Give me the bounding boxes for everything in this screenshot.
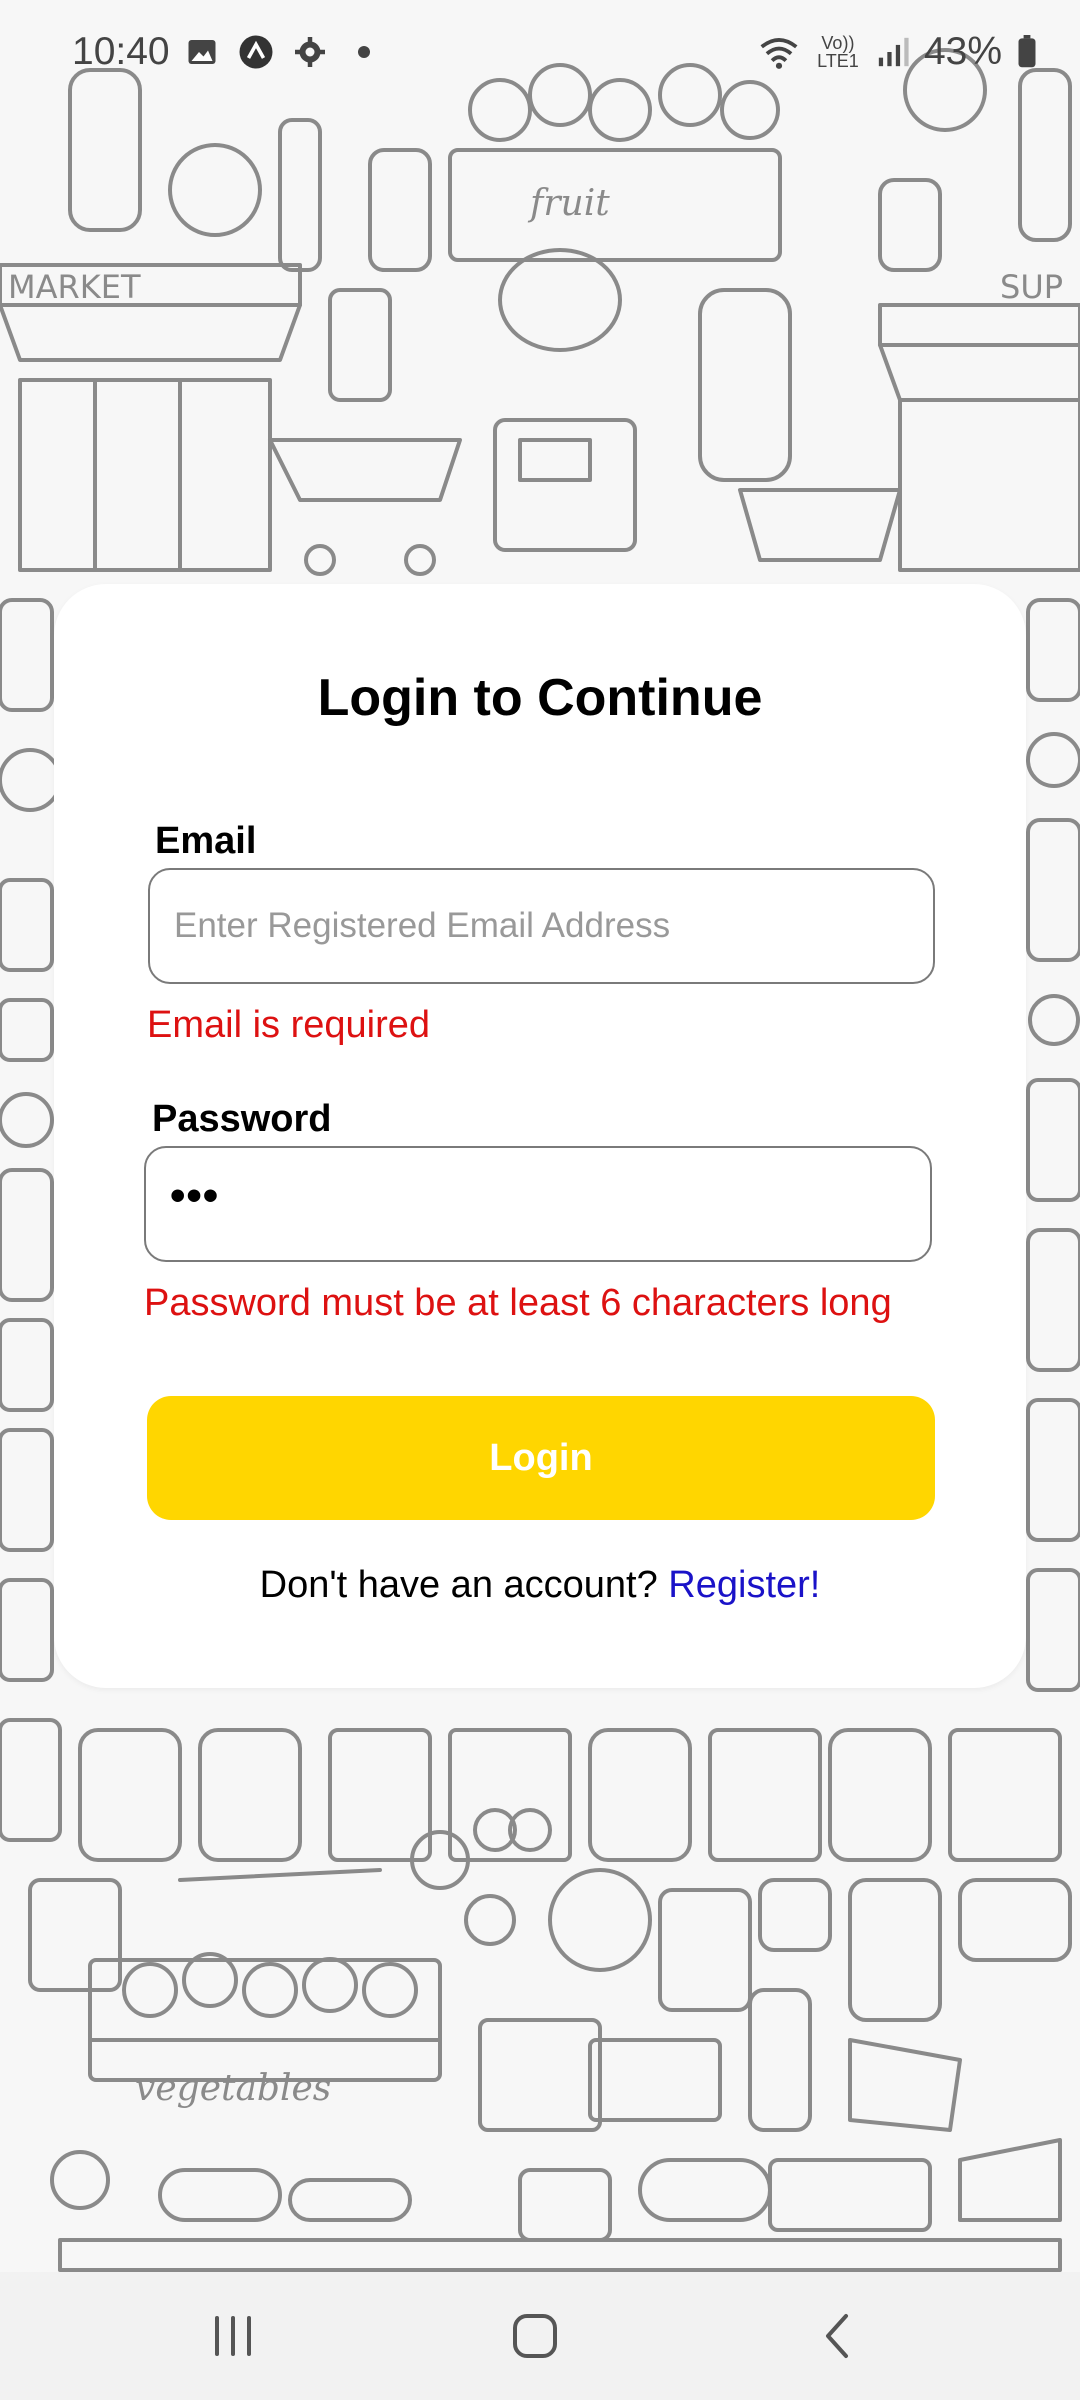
battery-icon xyxy=(1018,35,1036,68)
email-label: Email xyxy=(155,820,257,862)
register-prompt-line: Don't have an account? Register! xyxy=(54,1564,1026,1607)
email-placeholder: Enter Registered Email Address xyxy=(174,906,671,945)
email-field[interactable]: Enter Registered Email Address xyxy=(148,868,935,984)
dot-icon xyxy=(358,46,370,58)
login-button[interactable]: Login xyxy=(147,1396,935,1520)
navigation-bar xyxy=(0,2272,1080,2400)
page-title: Login to Continue xyxy=(317,669,763,727)
home-icon[interactable] xyxy=(505,2308,565,2364)
back-icon[interactable] xyxy=(808,2308,868,2364)
status-bar: 10:40 Vo)) LTE1 43% xyxy=(0,0,1080,104)
app-icon xyxy=(239,35,273,69)
status-left-icons xyxy=(184,34,382,70)
register-link[interactable]: Register! xyxy=(668,1564,820,1606)
login-card: Login to Continue Email Enter Registered… xyxy=(54,584,1026,1688)
recent-apps-icon[interactable] xyxy=(203,2308,263,2364)
wifi-icon xyxy=(760,38,798,69)
gallery-icon xyxy=(188,40,216,64)
settings-icon xyxy=(295,37,325,67)
network-label: Vo)) LTE1 xyxy=(817,33,859,71)
svg-text:vegetables: vegetables xyxy=(135,2068,331,2109)
status-time: 10:40 xyxy=(72,30,170,73)
signal-icon xyxy=(878,37,909,67)
svg-text:fruit: fruit xyxy=(527,183,610,224)
register-prompt: Don't have an account? xyxy=(259,1564,658,1606)
password-label: Password xyxy=(152,1098,332,1140)
svg-text:MARKET: MARKET xyxy=(8,268,141,306)
password-masked-value: ••• xyxy=(170,1171,220,1220)
svg-text:SUP: SUP xyxy=(1000,268,1063,306)
password-field[interactable]: ••• xyxy=(144,1146,932,1262)
email-error: Email is required xyxy=(147,1004,430,1046)
battery-percent: 43% xyxy=(923,30,1002,73)
password-error: Password must be at least 6 characters l… xyxy=(144,1282,892,1324)
status-right-icons: Vo)) LTE1 43% xyxy=(758,30,1038,74)
